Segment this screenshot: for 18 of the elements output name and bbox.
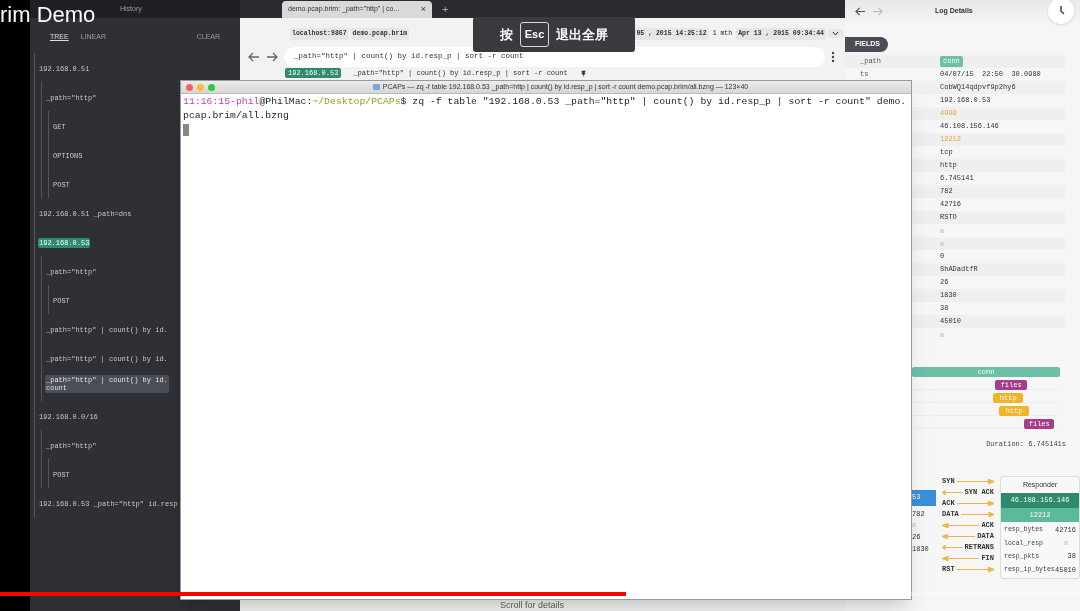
new-tab-button[interactable]: + xyxy=(442,0,449,18)
back-arrow-icon[interactable] xyxy=(855,6,866,16)
back-arrow-icon[interactable] xyxy=(248,51,260,62)
clock-icon[interactable] xyxy=(1048,0,1074,24)
pin-icon[interactable] xyxy=(579,69,587,77)
video-title: rim Demo xyxy=(0,1,96,29)
toast-text: 退出全屏 xyxy=(556,25,609,44)
scroll-hint: Scroll for details xyxy=(500,599,565,611)
more-options-icon[interactable] xyxy=(831,50,835,63)
cursor xyxy=(183,124,189,136)
command-text: 11:16:15-phil@PhilMac:~/Desktop/PCAPs$ zq -f table "192.168.0.53 _path="http" | count() by id.resp_p | sort -r count" demo.pcap.brim/all.bzng xyxy=(183,95,908,123)
esc-key: Esc xyxy=(519,22,550,47)
close-icon[interactable]: × xyxy=(420,2,426,17)
forward-arrow-icon[interactable] xyxy=(266,51,278,62)
unset-value-icon xyxy=(912,522,916,527)
toast-text: 按 xyxy=(499,25,513,44)
caret-icon[interactable] xyxy=(828,29,843,39)
folder-icon xyxy=(372,84,380,90)
